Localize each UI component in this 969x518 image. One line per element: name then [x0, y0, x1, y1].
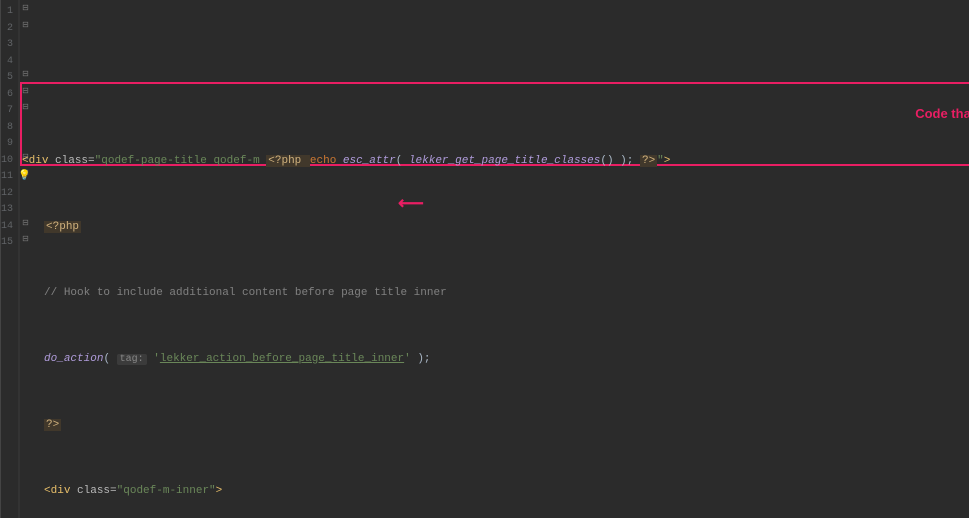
line-number-gutter: 1 2 3 4 5 6 7 8 9 10 11 12 13 14 15 — [1, 0, 19, 518]
line-num: 5 — [1, 70, 13, 87]
code-line[interactable]: do_action( tag: 'lekker_action_before_pa… — [22, 351, 969, 368]
code-line[interactable]: // Hook to include additional content be… — [22, 285, 969, 302]
code-editor[interactable]: Code that creates the title ⟵ <div class… — [20, 0, 969, 518]
line-num: 3 — [1, 37, 13, 54]
line-num: 15 — [1, 235, 13, 252]
code-line[interactable]: <div class="qodef-page-title qodef-m <?p… — [22, 153, 969, 170]
annotation-arrow-icon: ⟵ — [398, 197, 424, 214]
line-num: 8 — [1, 120, 13, 137]
line-num: 11 — [1, 169, 13, 186]
line-num: 7 — [1, 103, 13, 120]
code-line[interactable]: <div class="qodef-m-inner"> — [22, 483, 969, 500]
annotation-text: Code that creates — [915, 106, 969, 121]
line-num: 13 — [1, 202, 13, 219]
line-num: 4 — [1, 54, 13, 71]
line-num: 2 — [1, 21, 13, 38]
code-line[interactable]: ?> — [22, 417, 969, 434]
line-num: 6 — [1, 87, 13, 104]
line-num: 12 — [1, 186, 13, 203]
line-num: 1 — [1, 4, 13, 21]
line-num: 14 — [1, 219, 13, 236]
line-num: 10 — [1, 153, 13, 170]
code-line[interactable]: <?php — [22, 219, 969, 236]
line-num: 9 — [1, 136, 13, 153]
